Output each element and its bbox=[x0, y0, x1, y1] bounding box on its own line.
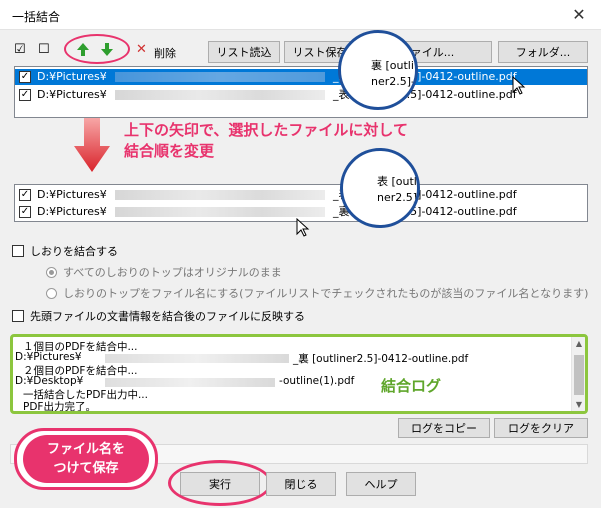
radio-use-filename[interactable]: しおりのトップをファイル名にする(ファイルリストでチェックされたものが該当のファ… bbox=[46, 285, 588, 301]
merge-log[interactable]: １個目のPDFを結合中... D:¥Pictures¥ _裏 [outliner… bbox=[10, 334, 588, 414]
magnifier-lens: 表 [outli ner2.5]-0412-outline.pdf bbox=[340, 148, 420, 228]
blurred-filename bbox=[115, 72, 325, 82]
title-bar: 一括結合 ✕ bbox=[0, 0, 601, 30]
arrow-down-icon[interactable] bbox=[100, 42, 114, 57]
log-scrollbar[interactable]: ▲ ▼ bbox=[571, 337, 585, 411]
blurred-filename bbox=[115, 207, 325, 217]
callout-line-1: 上下の矢印で、選択したファイルに対して bbox=[124, 121, 408, 139]
callout-line-2: 結合順を変更 bbox=[124, 142, 215, 160]
merge-bookmarks-checkbox[interactable]: しおりを結合する bbox=[12, 243, 118, 259]
scroll-down-icon[interactable]: ▼ bbox=[572, 400, 585, 409]
bubble-line-2: つけて保存 bbox=[53, 461, 119, 476]
scroll-thumb[interactable] bbox=[574, 355, 584, 395]
checkbox-box[interactable] bbox=[12, 310, 24, 322]
blurred-filename bbox=[115, 90, 325, 100]
mouse-cursor-icon bbox=[296, 218, 310, 237]
blurred-log-path bbox=[105, 354, 289, 363]
arrows-highlight-ring bbox=[64, 34, 130, 64]
file-list-row[interactable]: ✓ D:¥Pictures¥ _裏 [outliner2.5]-0412-out… bbox=[15, 69, 587, 85]
clear-log-button[interactable]: ログをクリア bbox=[494, 418, 588, 438]
check-all-icon[interactable]: ☑ bbox=[14, 42, 26, 57]
radio-keep-original[interactable]: すべてのしおりのトップはオリジナルのまま bbox=[46, 264, 282, 280]
bubble-line-1: ファイル名を bbox=[46, 442, 125, 457]
magnifier-lens: 裏 [outli ner2.5]-0412-outline.pdf bbox=[338, 30, 418, 110]
mouse-cursor-icon bbox=[512, 76, 526, 95]
load-list-button[interactable]: リスト読込 bbox=[208, 41, 280, 63]
file-list-row[interactable]: ✓ D:¥Pictures¥ _表 [outliner2.5]-0412-out… bbox=[15, 187, 587, 203]
scroll-up-icon[interactable]: ▲ bbox=[572, 339, 585, 348]
run-highlight-ring bbox=[168, 460, 272, 506]
blurred-filename bbox=[115, 190, 325, 200]
arrow-up-icon[interactable] bbox=[76, 42, 90, 57]
row-checkbox[interactable]: ✓ bbox=[19, 71, 31, 83]
uncheck-all-icon[interactable]: ☐ bbox=[38, 42, 50, 57]
close-icon[interactable]: ✕ bbox=[567, 3, 591, 27]
save-annotation-bubble: ファイル名を つけて保存 bbox=[14, 428, 158, 490]
copy-log-button[interactable]: ログをコピー bbox=[398, 418, 490, 438]
row-checkbox[interactable]: ✓ bbox=[19, 189, 31, 201]
log-label: 結合ログ bbox=[381, 377, 442, 395]
row-checkbox[interactable]: ✓ bbox=[19, 206, 31, 218]
help-button[interactable]: ヘルプ bbox=[346, 472, 416, 496]
window-title: 一括結合 bbox=[12, 10, 61, 24]
arrow-down-callout-icon bbox=[74, 118, 110, 172]
delete-icon[interactable]: ✕ bbox=[136, 42, 147, 57]
add-folder-button[interactable]: フォルダ... bbox=[498, 41, 588, 63]
close-button[interactable]: 閉じる bbox=[266, 472, 336, 496]
row-checkbox[interactable]: ✓ bbox=[19, 89, 31, 101]
file-list-before[interactable]: ✓ D:¥Pictures¥ _裏 [outliner2.5]-0412-out… bbox=[14, 66, 588, 118]
delete-label[interactable]: 削除 bbox=[154, 45, 176, 61]
file-list-after[interactable]: ✓ D:¥Pictures¥ _表 [outliner2.5]-0412-out… bbox=[14, 184, 588, 222]
file-list-row[interactable]: ✓ D:¥Pictures¥ _表 [outliner2.5]-0412-out… bbox=[15, 87, 587, 103]
radio-dot[interactable] bbox=[46, 267, 57, 278]
reflect-docinfo-checkbox[interactable]: 先頭ファイルの文書情報を結合後のファイルに反映する bbox=[12, 308, 305, 324]
checkbox-box[interactable] bbox=[12, 245, 24, 257]
blurred-log-path bbox=[105, 378, 275, 387]
radio-dot[interactable] bbox=[46, 288, 57, 299]
